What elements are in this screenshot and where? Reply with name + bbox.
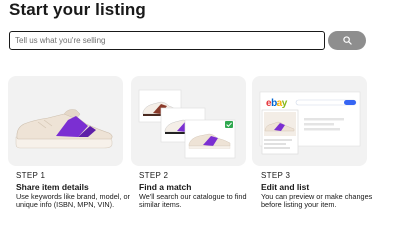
- match-cards-illustration: [138, 89, 236, 159]
- step-1-description: Use keywords like brand, model, or uniqu…: [16, 192, 130, 209]
- page-title: Start your listing: [9, 0, 146, 19]
- page: Start your listing Tell us what you're s…: [0, 0, 399, 251]
- listing-preview-illustration: ebay: [259, 91, 361, 155]
- step-2-label: STEP 2: [139, 171, 169, 180]
- step-2: STEP 2 Find a match We'll search our cat…: [139, 171, 257, 209]
- ebay-logo: ebay: [266, 98, 288, 109]
- step-1-card: [8, 76, 123, 166]
- step-2-description: We'll search our catalogue to find simil…: [139, 192, 247, 209]
- search-input[interactable]: [9, 31, 325, 50]
- sneaker-illustration: [15, 109, 113, 149]
- step-1: STEP 1 Share item details Use keywords l…: [16, 171, 134, 209]
- step-3-card: ebay: [252, 76, 367, 166]
- step-3: STEP 3 Edit and list You can preview or …: [261, 171, 379, 209]
- search-icon: [342, 36, 352, 45]
- step-1-label: STEP 1: [16, 171, 46, 180]
- step-2-card: [131, 76, 246, 166]
- search-bar: [9, 31, 369, 50]
- search-button[interactable]: [328, 31, 366, 50]
- check-icon: [225, 121, 233, 128]
- step-3-label: STEP 3: [261, 171, 291, 180]
- step-3-description: You can preview or make changes before l…: [261, 192, 373, 209]
